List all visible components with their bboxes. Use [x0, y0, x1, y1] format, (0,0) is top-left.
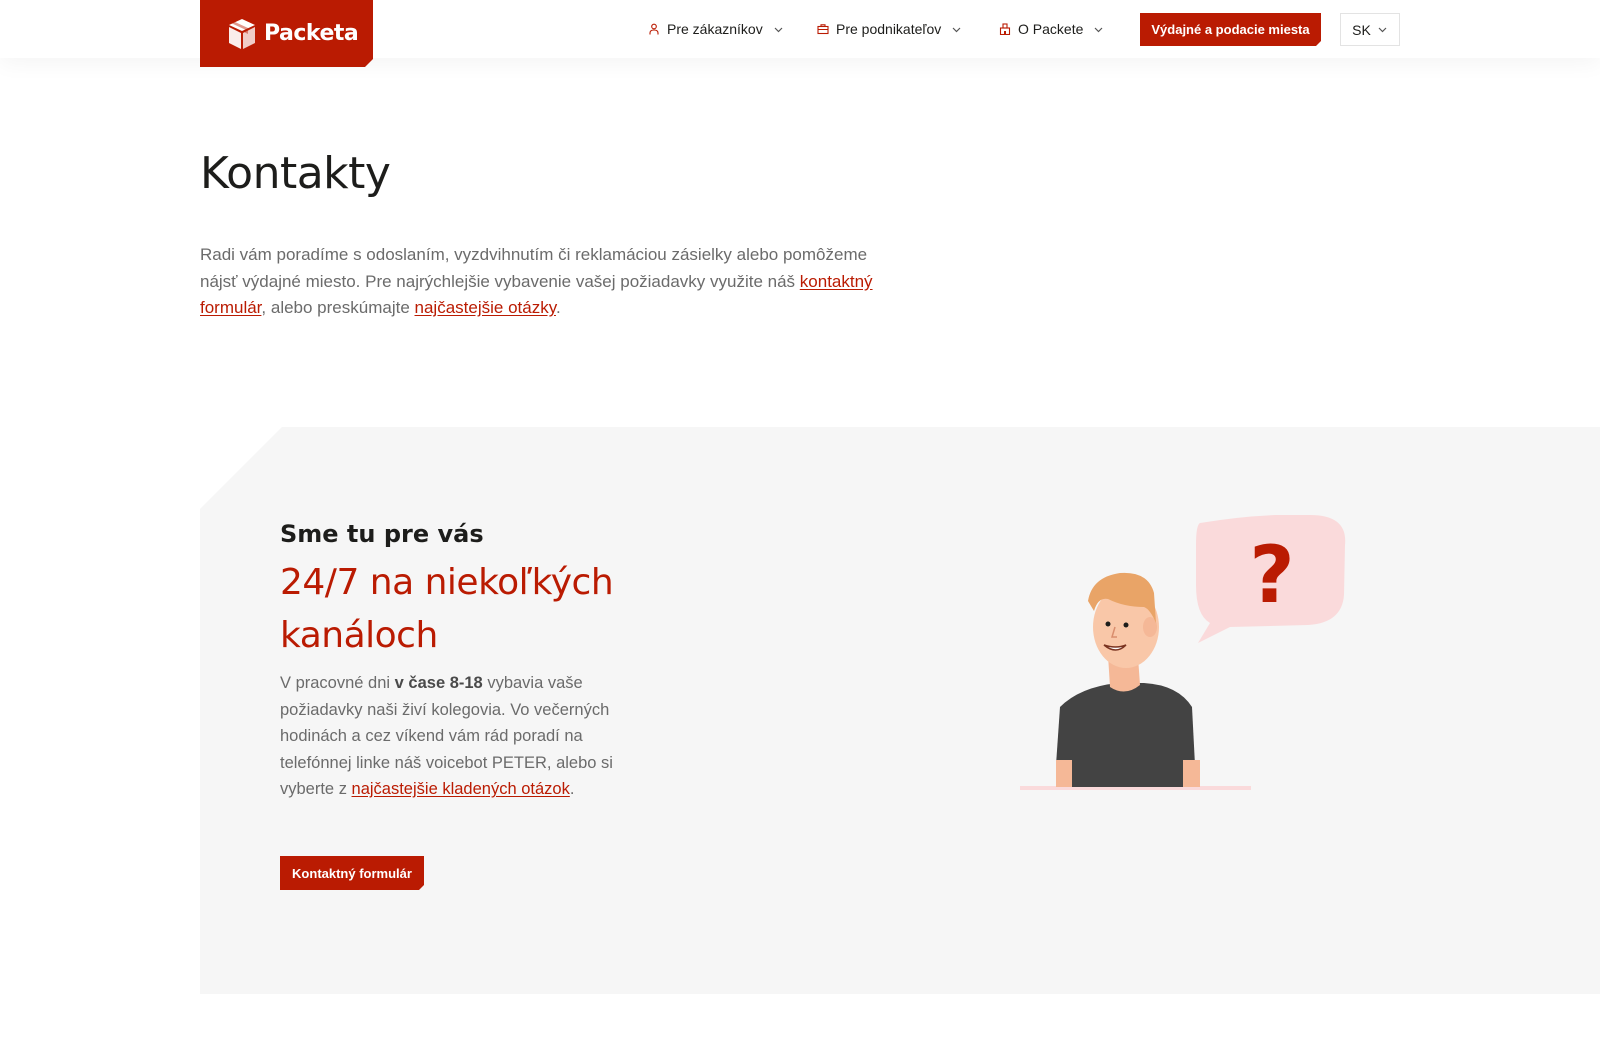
chevron-down-icon: [952, 27, 961, 32]
building-icon: [999, 23, 1011, 35]
section-headline: 24/7 na niekoľkých kanáloch: [280, 562, 614, 656]
body-text-end: .: [569, 780, 575, 798]
faq-link[interactable]: najčastejšie otázky: [415, 298, 556, 317]
intro-text-middle: , alebo preskúmajte: [261, 298, 415, 317]
chevron-down-icon: [1378, 27, 1387, 33]
section-body-text: V pracovné dni v čase 8-18 vybavia vaše …: [280, 670, 625, 803]
language-label: SK: [1352, 21, 1371, 38]
nav-label: Pre podnikateľov: [836, 21, 942, 37]
nav-pre-zakaznikov[interactable]: Pre zákazníkov: [648, 18, 784, 40]
body-text-hours: v čase 8-18: [394, 674, 483, 692]
nav-label: O Packete: [1018, 21, 1084, 37]
language-selector[interactable]: SK: [1340, 13, 1400, 46]
support-person-illustration: ?: [1020, 515, 1346, 790]
person-eye: [1123, 622, 1129, 628]
logo-wordmark: Packeta: [264, 21, 359, 46]
nav-label: Pre zákazníkov: [667, 21, 763, 37]
pickup-points-button[interactable]: Výdajné a podacie miesta: [1140, 13, 1321, 46]
nav-o-packete[interactable]: O Packete: [999, 18, 1104, 40]
person-icon: [649, 23, 659, 35]
box-logo-icon: [226, 17, 258, 51]
faq-questions-link[interactable]: najčastejšie kladených otázok: [352, 780, 570, 798]
question-mark-icon: ?: [1249, 531, 1294, 621]
briefcase-icon: [817, 24, 829, 35]
nav-pre-podnikatelov[interactable]: Pre podnikateľov: [817, 18, 962, 40]
site-header: Packeta Pre zákazníkov Pre podnikateľov …: [0, 0, 1600, 58]
intro-text-start: Radi vám poradíme s odoslaním, vyzdvihnu…: [200, 245, 868, 291]
intro-text: Radi vám poradíme s odoslaním, vyzdvihnu…: [200, 242, 900, 322]
chevron-down-icon: [1094, 27, 1103, 32]
chevron-down-icon: [774, 27, 783, 32]
person-left-arm: [1056, 760, 1072, 787]
person-eye: [1105, 621, 1111, 627]
body-text-start: V pracovné dni: [280, 674, 395, 692]
section-eyebrow: Sme tu pre vás: [280, 520, 484, 548]
intro-text-end: .: [555, 298, 561, 317]
contact-form-button[interactable]: Kontaktný formulár: [280, 856, 424, 890]
packeta-logo[interactable]: Packeta: [200, 0, 373, 67]
page-title: Kontakty: [200, 148, 391, 199]
person-torso: [1056, 683, 1195, 787]
person-right-arm: [1183, 760, 1200, 787]
